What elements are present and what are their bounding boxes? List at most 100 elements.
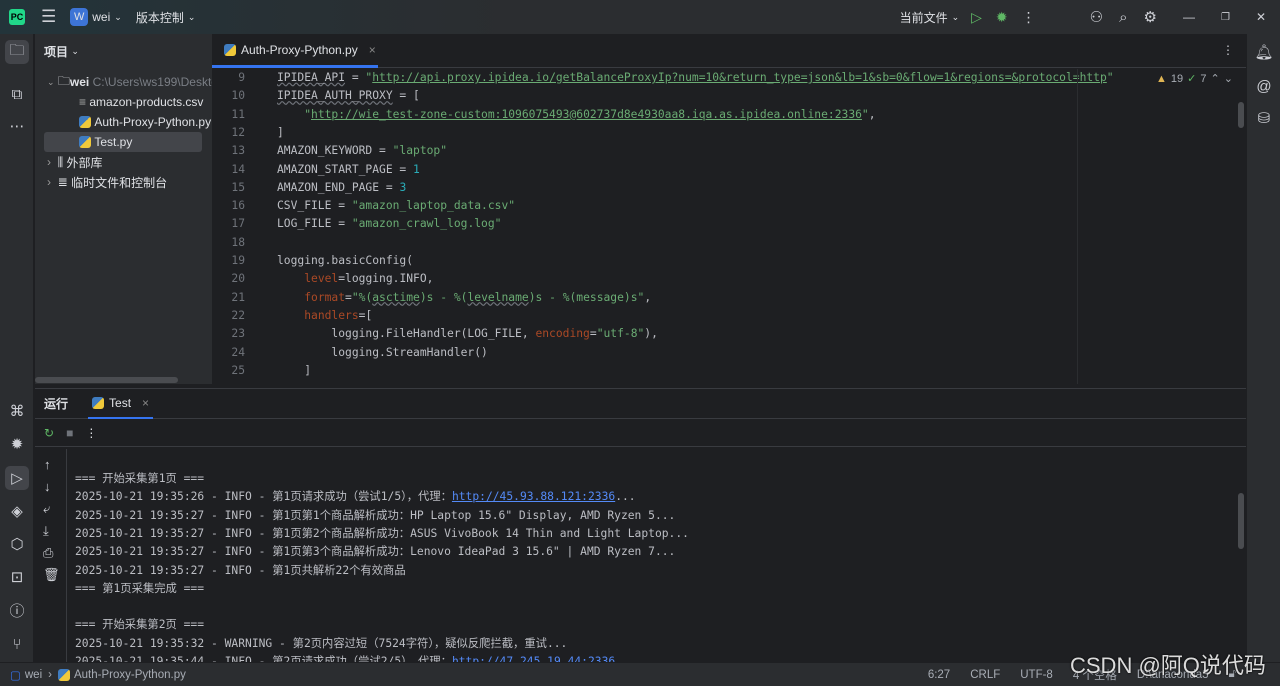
- close-window-icon[interactable]: ✕: [1256, 10, 1266, 24]
- console-scrollbar[interactable]: [1238, 493, 1244, 549]
- breadcrumb-root[interactable]: wei: [25, 669, 42, 681]
- code-line: IPIDEA_AUTH_PROXY = [: [277, 89, 420, 102]
- ai-assistant-icon[interactable]: @: [1252, 74, 1276, 98]
- debug-icon[interactable]: ✹: [996, 9, 1008, 26]
- code-area[interactable]: 9 IPIDEA_API = "http://api.proxy.ipidea.i…: [212, 69, 1246, 384]
- console-text: 2025-10-21 19:35:26 - INFO - 第1页请求成功（尝试1…: [75, 490, 452, 504]
- horizontal-scrollbar[interactable]: [35, 377, 178, 383]
- line-number: 23: [231, 327, 245, 341]
- library-icon: ⫼: [57, 154, 64, 169]
- problems-icon[interactable]: ⓘ: [5, 598, 29, 622]
- code-token: "utf-8": [596, 327, 645, 341]
- restore-icon[interactable]: ❐: [1221, 12, 1230, 23]
- title-bar: PC ☰ W wei ⌄ 版本控制 ⌄ 当前文件 ⌄ ▷ ✹ ⋮ ⚇ ⌕ ⚙ — ❐ …: [0, 0, 1280, 34]
- settings-icon[interactable]: ⚙: [1144, 8, 1157, 26]
- line-number: 10: [231, 89, 245, 103]
- tree-scratches[interactable]: › ≣ 临时文件和控制台: [35, 172, 212, 192]
- tab-options-icon[interactable]: ⋮: [1222, 43, 1234, 57]
- database-icon[interactable]: ⛁: [1252, 106, 1276, 130]
- stop-icon[interactable]: ■: [66, 426, 73, 440]
- file-name: amazon-products.csv: [89, 95, 204, 109]
- line-number: 24: [231, 345, 245, 359]
- console-text: 2025-10-21 19:35:27 - INFO - 第1页第3个商品解析成…: [75, 545, 676, 559]
- search-icon[interactable]: ⌕: [1119, 9, 1127, 26]
- code-token: ": [277, 107, 312, 121]
- run-panel-title: 运行: [44, 397, 69, 411]
- vertical-scrollbar[interactable]: [1238, 102, 1244, 128]
- tree-external-libs[interactable]: › ⫼ 外部库: [35, 152, 212, 172]
- scratches-icon: ≣: [57, 175, 68, 189]
- more-tools-icon[interactable]: ⋯: [5, 114, 29, 138]
- run-icon[interactable]: ▷: [971, 9, 982, 26]
- code-token: =[: [358, 308, 373, 322]
- tab-test[interactable]: Test ×: [88, 389, 154, 419]
- caret-position[interactable]: 6:27: [928, 669, 950, 681]
- code-line: AMAZON_KEYWORD = "laptop": [277, 144, 447, 157]
- chevron-right-icon: ›: [48, 668, 52, 681]
- code-line: logging.StreamHandler(): [277, 346, 487, 359]
- tree-file-test[interactable]: Test.py: [44, 132, 202, 152]
- code-token: logging.FileHandler(LOG_FILE,: [277, 327, 536, 341]
- line-number: 22: [231, 308, 245, 322]
- code-token: =logging.INFO,: [338, 272, 434, 286]
- close-tab-icon[interactable]: ×: [369, 43, 376, 57]
- code-token: levelname: [467, 290, 529, 304]
- services-icon[interactable]: ⬡: [5, 532, 29, 556]
- git-icon[interactable]: ⑂: [5, 632, 29, 656]
- console-line: === 开始采集第1页 ===: [75, 470, 204, 486]
- notifications-icon[interactable]: 🔔︎: [1252, 40, 1276, 64]
- chevron-down-icon: ⌄: [951, 11, 960, 22]
- console-line: 2025-10-21 19:35:27 - INFO - 第1页第1个商品解析成…: [75, 507, 675, 523]
- code-line: AMAZON_END_PAGE = 3: [277, 181, 406, 194]
- console-output[interactable]: === 开始采集第1页 === 2025-10-21 19:35:26 - INF…: [35, 449, 1235, 663]
- tree-file-auth-proxy[interactable]: Auth-Proxy-Python.py: [35, 112, 212, 132]
- code-token: IPIDEA_API: [277, 71, 346, 84]
- python-console-icon[interactable]: ⌘: [5, 399, 29, 423]
- run-toolbar: ↻ ■ ⋮: [35, 419, 1246, 447]
- run-tool-icon[interactable]: ▷: [5, 466, 29, 490]
- tree-root[interactable]: ⌄ 🗀 wei C:\Users\ws199\Deskto: [35, 72, 212, 92]
- line-number: 15: [231, 180, 245, 194]
- file-encoding[interactable]: UTF-8: [1020, 669, 1053, 681]
- run-config-selector[interactable]: 当前文件 ⌄: [900, 9, 960, 26]
- proxy-link[interactable]: http://45.93.88.121:2336: [452, 490, 615, 503]
- code-token: ": [861, 107, 869, 121]
- console-text: 2025-10-21 19:35:27 - INFO - 第1页第2个商品解析成…: [75, 526, 689, 540]
- line-separator[interactable]: CRLF: [970, 669, 1000, 681]
- python-file-icon: [79, 136, 91, 148]
- code-token: "amazon_crawl_log.log": [351, 217, 502, 231]
- project-switcher[interactable]: W wei ⌄: [70, 8, 122, 26]
- project-tool-icon[interactable]: 🗀: [5, 40, 29, 64]
- inspection-widget[interactable]: ▲ 19 ✓ 7 ⌃ ⌄: [1156, 72, 1233, 86]
- debug-tool-icon[interactable]: ✹: [5, 432, 29, 456]
- minimize-icon[interactable]: —: [1183, 10, 1195, 24]
- rerun-icon[interactable]: ↻: [44, 426, 54, 440]
- code-line: ]: [277, 126, 284, 139]
- project-panel: 项目 ⌄ ⌄ 🗀 wei C:\Users\ws199\Deskto ≡ amaz…: [35, 34, 212, 384]
- more-icon[interactable]: ⋮: [85, 426, 97, 440]
- add-user-icon[interactable]: ⚇: [1090, 8, 1103, 26]
- breadcrumb-file[interactable]: Auth-Proxy-Python.py: [74, 669, 186, 681]
- more-icon[interactable]: ⋮: [1022, 9, 1036, 26]
- vcs-label: 版本控制: [135, 10, 184, 25]
- code-token: LOG_FILE =: [277, 217, 352, 231]
- main-menu-icon[interactable]: ☰: [41, 7, 56, 27]
- close-tab-icon[interactable]: ×: [142, 396, 149, 410]
- pycharm-logo-icon: PC: [9, 9, 25, 25]
- chevron-down-icon: ⌄: [71, 45, 79, 56]
- console-text: === 第1页采集完成 ===: [75, 581, 204, 595]
- terminal-icon[interactable]: ⊡: [5, 565, 29, 589]
- previous-highlight-icon[interactable]: ⌃: [1210, 72, 1219, 85]
- vcs-menu[interactable]: 版本控制 ⌄: [136, 9, 196, 26]
- next-highlight-icon[interactable]: ⌄: [1224, 72, 1233, 85]
- tab-auth-proxy[interactable]: Auth-Proxy-Python.py ×: [212, 34, 378, 68]
- project-panel-title[interactable]: 项目 ⌄: [44, 41, 221, 61]
- structure-tool-icon[interactable]: ⧉: [5, 82, 29, 106]
- chevron-down-icon: ⌄: [47, 76, 55, 87]
- module-icon: ▢: [10, 669, 21, 682]
- python-file-icon: [224, 43, 236, 56]
- tree-file-csv[interactable]: ≡ amazon-products.csv: [35, 92, 212, 112]
- layers-icon[interactable]: ◈: [5, 499, 29, 523]
- code-token: =: [345, 71, 366, 84]
- code-line: "http://wie_test-zone-custom:1096075493@…: [277, 107, 875, 121]
